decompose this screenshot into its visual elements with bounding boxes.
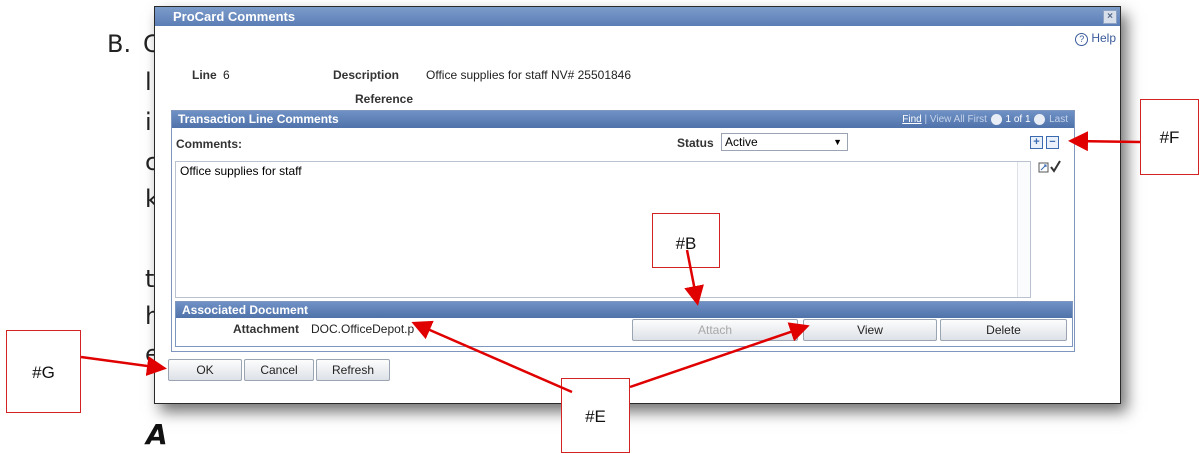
arrow-e-attachment [411,320,573,394]
arrow-f [1068,131,1141,152]
arrow-g [80,355,167,376]
annotation-arrows [80,131,1141,394]
arrow-e-view [629,322,810,389]
arrow-b [684,249,704,306]
